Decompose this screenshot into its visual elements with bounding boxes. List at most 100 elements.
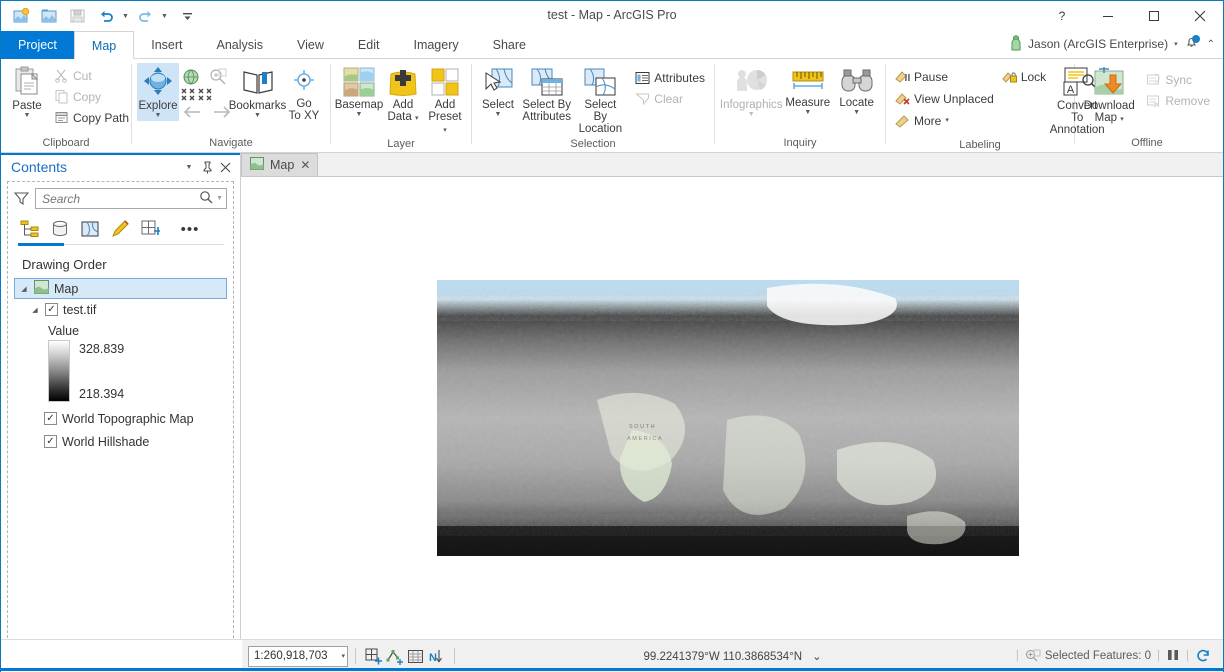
- refresh-icon[interactable]: [1195, 649, 1217, 664]
- bell-icon[interactable]: [1184, 34, 1201, 54]
- map-view-tab[interactable]: Map ✕: [241, 153, 319, 176]
- add-data-dropdown-icon[interactable]: ▾: [415, 115, 419, 122]
- bookmarks-dropdown-icon[interactable]: ▼: [254, 112, 261, 119]
- map-scale-input[interactable]: 1:260,918,703 ▾: [248, 645, 348, 667]
- list-by-editing-tab[interactable]: [106, 216, 134, 242]
- select-dropdown-icon[interactable]: ▼: [495, 111, 502, 118]
- add-grid-icon[interactable]: [363, 646, 384, 667]
- list-by-selection-tab[interactable]: [76, 216, 104, 242]
- table-icon[interactable]: [405, 646, 426, 667]
- expand-icon[interactable]: ◢: [30, 306, 40, 314]
- paste-button[interactable]: Paste ▼: [6, 63, 48, 121]
- account-dropdown-icon[interactable]: ▾: [1174, 41, 1178, 48]
- add-data-button[interactable]: Add Data ▾: [382, 63, 424, 125]
- tree-item-world-hillshade[interactable]: ✓ World Hillshade: [12, 431, 229, 452]
- ribbon-tab-edit[interactable]: Edit: [341, 31, 397, 59]
- measure-dropdown-icon[interactable]: ▼: [804, 109, 811, 116]
- cut-button[interactable]: Cut: [50, 65, 133, 86]
- map-view-tab-strip: Map ✕: [241, 153, 1223, 177]
- search-icon[interactable]: [199, 190, 213, 207]
- ribbon-tab-map[interactable]: Map: [73, 31, 135, 59]
- add-data-label: Add Data ▾: [387, 99, 419, 123]
- map-scale-dropdown-icon[interactable]: ▾: [341, 653, 345, 660]
- pause-drawing-icon[interactable]: [1166, 648, 1180, 665]
- add-preset-button[interactable]: Add Preset ▾: [424, 63, 466, 137]
- add-preset-dropdown-icon[interactable]: ▾: [443, 127, 447, 134]
- view-unplaced-button[interactable]: View Unplaced: [891, 88, 998, 109]
- labeling-more-dropdown-icon[interactable]: ▾: [945, 117, 949, 124]
- sync-button[interactable]: Sync: [1142, 69, 1214, 90]
- selection-zoom-icon[interactable]: [1025, 649, 1045, 664]
- remove-offline-button[interactable]: Remove: [1142, 90, 1214, 111]
- expand-icon[interactable]: ◢: [19, 285, 29, 293]
- basemap-button[interactable]: Basemap ▼: [335, 63, 383, 120]
- chevron-down-icon[interactable]: ▼: [180, 157, 198, 177]
- copy-button[interactable]: Copy: [50, 86, 133, 107]
- map-view-tab-label: Map: [270, 158, 295, 172]
- coordinates-dropdown-icon[interactable]: ⌄: [805, 651, 821, 663]
- close-icon[interactable]: [216, 157, 234, 177]
- ribbon-tab-share[interactable]: Share: [476, 31, 543, 59]
- ribbon-tab-insert[interactable]: Insert: [134, 31, 199, 59]
- basemap-dropdown-icon[interactable]: ▼: [356, 111, 363, 118]
- ellipsis-icon[interactable]: •••: [176, 216, 204, 242]
- locate-dropdown-icon[interactable]: ▼: [853, 109, 860, 116]
- list-by-drawing-order-tab[interactable]: [16, 216, 44, 242]
- layer-checkbox[interactable]: ✓: [45, 303, 58, 316]
- search-input[interactable]: ▼: [35, 188, 227, 209]
- locate-button[interactable]: Locate ▼: [833, 63, 880, 118]
- map-canvas[interactable]: SOUTH AMERICA: [241, 177, 1223, 672]
- north-arrow-icon[interactable]: N: [426, 646, 447, 667]
- infographics-dropdown-icon[interactable]: ▼: [748, 111, 755, 118]
- layer-checkbox[interactable]: ✓: [44, 435, 57, 448]
- tree-item-world-topographic-map[interactable]: ✓ World Topographic Map: [12, 408, 229, 429]
- close-icon[interactable]: ✕: [300, 158, 310, 172]
- lock-labels-button[interactable]: Lock: [998, 66, 1050, 87]
- download-map-label: Download Map ▾: [1083, 100, 1135, 124]
- layers-tree: ◢ Map ◢ ✓ test.tif Value 328.839 218.394…: [8, 278, 233, 452]
- explore-dropdown-icon[interactable]: ▼: [155, 112, 162, 119]
- copy-path-button[interactable]: Copy Path: [50, 107, 133, 128]
- go-to-xy-button[interactable]: Go To XY: [283, 63, 325, 124]
- download-map-button[interactable]: Download Map ▾: [1080, 63, 1138, 126]
- select-button[interactable]: Select ▼: [477, 63, 519, 120]
- explore-button[interactable]: Explore ▼: [137, 63, 179, 121]
- select-by-attributes-button[interactable]: Select By Attributes: [519, 63, 574, 125]
- full-extent-icon[interactable]: [180, 67, 202, 87]
- snapping-icon[interactable]: [384, 646, 405, 667]
- clear-selection-button[interactable]: Clear: [631, 88, 709, 109]
- layer-checkbox[interactable]: ✓: [44, 412, 57, 425]
- tree-item-map[interactable]: ◢ Map: [14, 278, 227, 299]
- chevron-up-icon[interactable]: ⌃: [1207, 39, 1219, 50]
- tree-item-test-tif[interactable]: ◢ ✓ test.tif: [12, 299, 229, 320]
- infographics-button[interactable]: Infographics ▼: [720, 63, 783, 120]
- ribbon-group-offline: Download Map ▾ Sync Remove Offline: [1075, 59, 1219, 153]
- account-label[interactable]: Jason (ArcGIS Enterprise): [1028, 37, 1168, 51]
- search-field[interactable]: [42, 191, 200, 206]
- list-by-data-source-tab[interactable]: [46, 216, 74, 242]
- labeling-more-button[interactable]: More ▾: [891, 110, 998, 131]
- ribbon-tab-project[interactable]: Project: [1, 31, 74, 59]
- lock-labels-label: Lock: [1020, 69, 1047, 84]
- ribbon-tab-analysis[interactable]: Analysis: [200, 31, 281, 59]
- pause-labeling-button[interactable]: Pause: [891, 66, 998, 87]
- status-divider: |: [1015, 650, 1019, 662]
- help-icon[interactable]: ?: [1039, 1, 1085, 31]
- minimize-icon[interactable]: [1085, 1, 1131, 31]
- ribbon-tab-view[interactable]: View: [280, 31, 341, 59]
- download-map-dropdown-icon[interactable]: ▾: [1120, 116, 1124, 123]
- measure-button[interactable]: Measure ▼: [782, 63, 833, 118]
- pin-icon[interactable]: [198, 157, 216, 177]
- paste-dropdown-icon[interactable]: ▼: [24, 112, 31, 119]
- fixed-zoom-in-icon[interactable]: [207, 67, 229, 87]
- ribbon-tab-imagery[interactable]: Imagery: [396, 31, 475, 59]
- filter-icon[interactable]: [14, 190, 30, 208]
- list-by-snapping-tab[interactable]: [136, 216, 164, 242]
- maximize-icon[interactable]: [1131, 1, 1177, 31]
- attributes-button[interactable]: Attributes: [631, 67, 709, 88]
- bookmarks-button[interactable]: Bookmarks ▼: [229, 63, 286, 121]
- select-by-location-button[interactable]: Select By Location: [574, 63, 626, 137]
- copy-label: Copy: [73, 89, 102, 104]
- close-icon[interactable]: [1177, 1, 1223, 31]
- search-dropdown-icon[interactable]: ▼: [213, 195, 223, 202]
